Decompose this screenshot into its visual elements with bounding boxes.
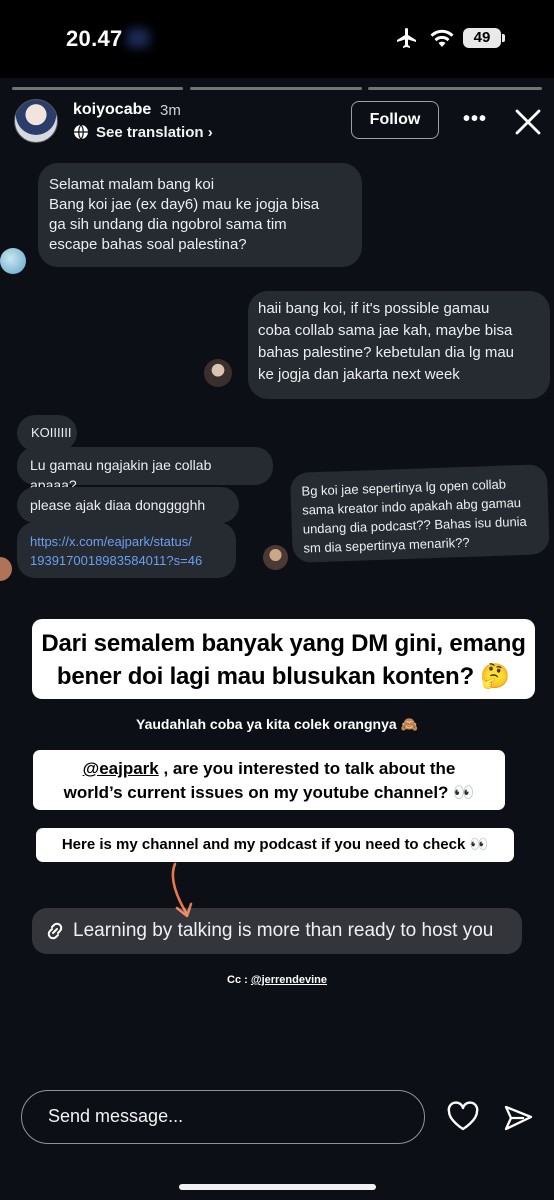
mention-link[interactable]: @eajpark [83,759,159,778]
battery-level: 49 [463,28,501,48]
dm-bubble: Lu gamau ngajakin jae collab apaaa? [17,447,273,493]
dm-bubble: Selamat malam bang koi Bang koi jae (ex … [38,163,362,267]
dm-line: Selamat malam bang koi [49,176,215,193]
dm-line: coba collab sama jae kah, maybe bisa [258,322,513,339]
focus-indicator [126,28,150,48]
chevron-right-icon: › [207,124,213,141]
question-text: world’s current issues on my youtube cha… [63,783,475,802]
story-progress-segment [190,87,362,90]
cc-label: Cc : [227,974,251,986]
dm-bubble: Bg koi jae sepertinya lg open collab sam… [289,464,550,563]
username[interactable]: koiyocabe [73,101,151,119]
dm-line: Bang koi jae (ex day6) mau ke jogja bisa [49,196,320,213]
sender-avatar [263,545,288,570]
more-options-icon[interactable]: ••• [463,108,487,131]
dm-bubble: haii bang koi, if it's possible gamau co… [248,291,550,399]
status-time: 20.47 [66,26,123,51]
dm-line: escape bahas soal palestina? [49,236,247,253]
question-box: @eajpark , are you interested to talk ab… [33,750,505,810]
see-translation-label: See translation [96,124,204,141]
dm-line: ke jogja dan jakarta next week [258,366,460,383]
story-age: 3m [160,102,181,119]
home-indicator[interactable] [179,1184,376,1190]
story-progress-segment [368,87,542,90]
close-icon[interactable] [513,107,543,137]
send-message-placeholder: Send message... [48,1106,184,1126]
link-sticker-label: Learning by talking is more than ready t… [73,920,494,941]
cc-credit: Cc : @jerrendevine [0,974,554,986]
link-icon [47,922,63,940]
wifi-icon [430,29,454,47]
channel-note: Here is my channel and my podcast if you… [36,828,514,862]
dm-line: bahas palestine? kebetulan dia lg mau [258,344,515,361]
heart-icon[interactable] [446,1101,480,1133]
story-headline: Dari semalem banyak yang DM gini, emang … [32,619,535,699]
headline-line: Dari semalem banyak yang DM gini, emang [41,630,526,657]
headline-line: bener doi lagi mau blusukan konten? 🤔 [56,663,511,690]
send-icon[interactable] [502,1102,534,1134]
dm-bubble: please ajak diaa dongggghh [17,487,239,523]
dm-line: ga sih undang dia ngobrol sama tim [49,216,287,233]
airplane-mode-icon [397,28,416,48]
dm-line: 1939170018983584011?s=46 [30,553,203,568]
follow-button[interactable]: Follow [351,101,439,139]
dm-link-bubble: https://x.com/eajpark/status/ 1939170018… [17,522,236,578]
cc-mention[interactable]: @jerrendevine [251,974,327,986]
sender-avatar [0,248,26,274]
see-translation-button[interactable]: See translation › [96,124,213,141]
dm-line: haii bang koi, if it's possible gamau [258,300,490,317]
sender-avatar [204,359,232,387]
profile-avatar[interactable] [14,99,58,143]
dm-line: https://x.com/eajpark/status/ [30,534,192,549]
battery-icon [502,34,505,42]
globe-icon [74,124,88,140]
story-note: Yaudahlah coba ya kita colek orangnya 🙈 [136,716,418,732]
story-progress-segment [12,87,183,90]
dm-bubble: KOIIIIII [17,415,77,451]
question-text: , are you interested to talk about the [158,759,456,778]
